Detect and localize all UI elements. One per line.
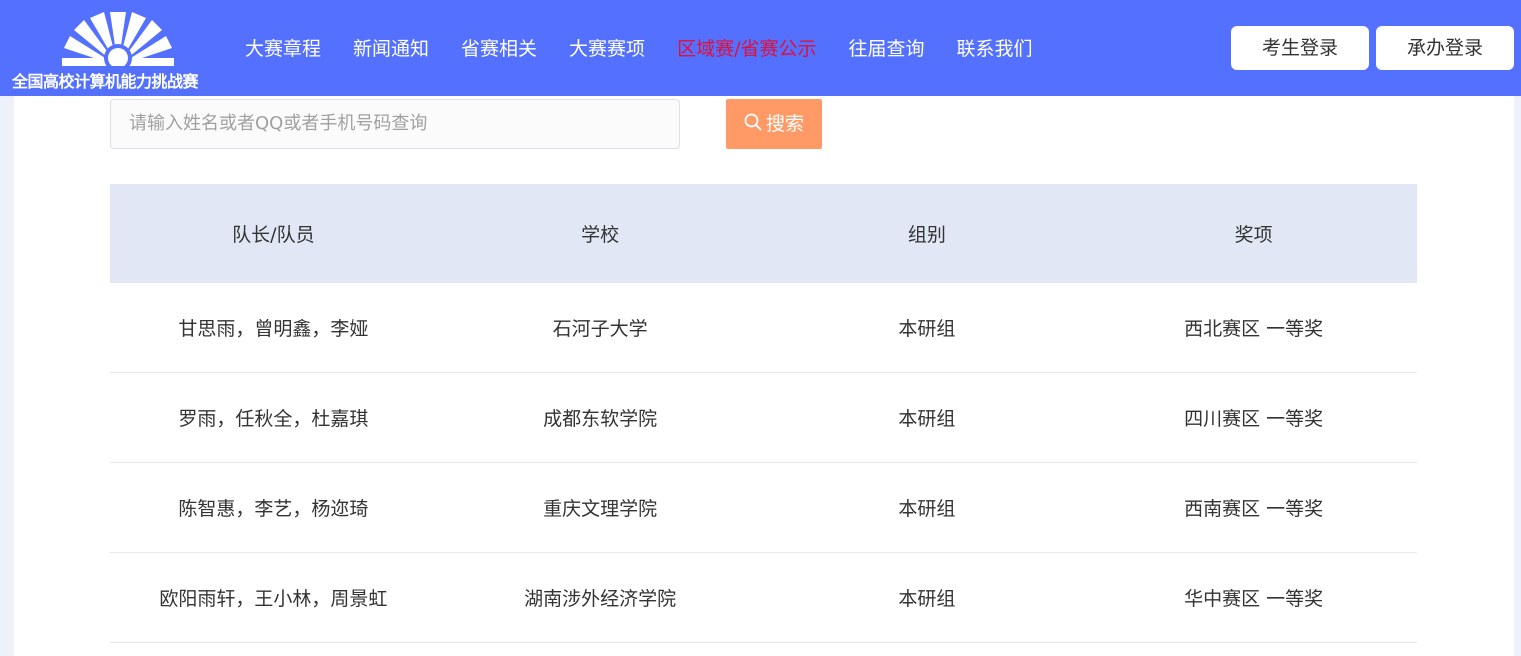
table-row: 甘思雨，曾明鑫，李娅 石河子大学 本研组 西北赛区 一等奖	[110, 283, 1417, 373]
group-cell: 本研组	[763, 552, 1091, 643]
table-header-row: 队长/队员 学校 组别 奖项	[110, 184, 1417, 283]
column-header-team: 队长/队员	[110, 184, 437, 283]
school-cell: 成都东软学院	[436, 372, 764, 463]
team-cell: 陈智惠，李艺，杨迩琦	[110, 462, 437, 553]
award-cell: 华中赛区 一等奖	[1090, 552, 1417, 643]
search-input[interactable]	[110, 99, 680, 149]
nav-item-rules[interactable]: 大赛章程	[245, 34, 321, 61]
table-row: 罗雨，任秋全，杜嘉琪 成都东软学院 本研组 四川赛区 一等奖	[110, 372, 1417, 463]
nav-item-results-announcement[interactable]: 区域赛/省赛公示	[677, 34, 816, 61]
school-cell: 重庆文理学院	[436, 462, 764, 553]
nav-item-provincial[interactable]: 省赛相关	[461, 34, 537, 61]
team-cell: 罗雨，任秋全，杜嘉琪	[110, 372, 437, 463]
group-cell: 本研组	[763, 372, 1091, 463]
award-cell: 西北赛区 一等奖	[1090, 283, 1417, 373]
nav-item-contact[interactable]: 联系我们	[956, 34, 1032, 61]
main-nav: 大赛章程 新闻通知 省赛相关 大赛赛项 区域赛/省赛公示 往届查询 联系我们	[245, 34, 1065, 61]
host-login-button[interactable]: 承办登录	[1376, 26, 1514, 70]
top-navigation-bar: 全国高校计算机能力挑战赛 大赛章程 新闻通知 省赛相关 大赛赛项 区域赛/省赛公…	[0, 0, 1521, 96]
group-cell: 本研组	[763, 283, 1091, 373]
logo-text: 全国高校计算机能力挑战赛	[12, 72, 199, 91]
search-button-label: 搜索	[765, 113, 804, 135]
team-cell: 甘思雨，曾明鑫，李娅	[110, 283, 437, 373]
award-cell: 四川赛区 一等奖	[1090, 372, 1417, 463]
main-content: 搜索 队长/队员 学校 组别 奖项 甘思雨，曾明鑫，李娅 石河子大学 本研组 西…	[14, 96, 1514, 656]
school-cell: 石河子大学	[436, 283, 764, 373]
search-icon	[744, 100, 762, 150]
results-table: 队长/队员 学校 组别 奖项 甘思雨，曾明鑫，李娅 石河子大学 本研组 西北赛区…	[110, 184, 1417, 643]
table-row: 欧阳雨轩，王小林，周景虹 湖南涉外经济学院 本研组 华中赛区 一等奖	[110, 552, 1417, 643]
column-header-school: 学校	[436, 184, 764, 283]
column-header-award: 奖项	[1090, 184, 1417, 283]
table-row: 陈智惠，李艺，杨迩琦 重庆文理学院 本研组 西南赛区 一等奖	[110, 462, 1417, 553]
site-logo[interactable]: 全国高校计算机能力挑战赛	[12, 8, 224, 92]
column-header-group: 组别	[763, 184, 1091, 283]
student-login-button[interactable]: 考生登录	[1231, 26, 1369, 70]
nav-item-news[interactable]: 新闻通知	[353, 34, 429, 61]
search-button[interactable]: 搜索	[726, 99, 822, 149]
nav-item-past-query[interactable]: 往届查询	[848, 34, 924, 61]
team-cell: 欧阳雨轩，王小林，周景虹	[110, 552, 437, 643]
group-cell: 本研组	[763, 462, 1091, 553]
school-cell: 湖南涉外经济学院	[436, 552, 764, 643]
sunrise-logo-icon	[62, 12, 174, 66]
award-cell: 西南赛区 一等奖	[1090, 462, 1417, 553]
nav-item-events[interactable]: 大赛赛项	[569, 34, 645, 61]
